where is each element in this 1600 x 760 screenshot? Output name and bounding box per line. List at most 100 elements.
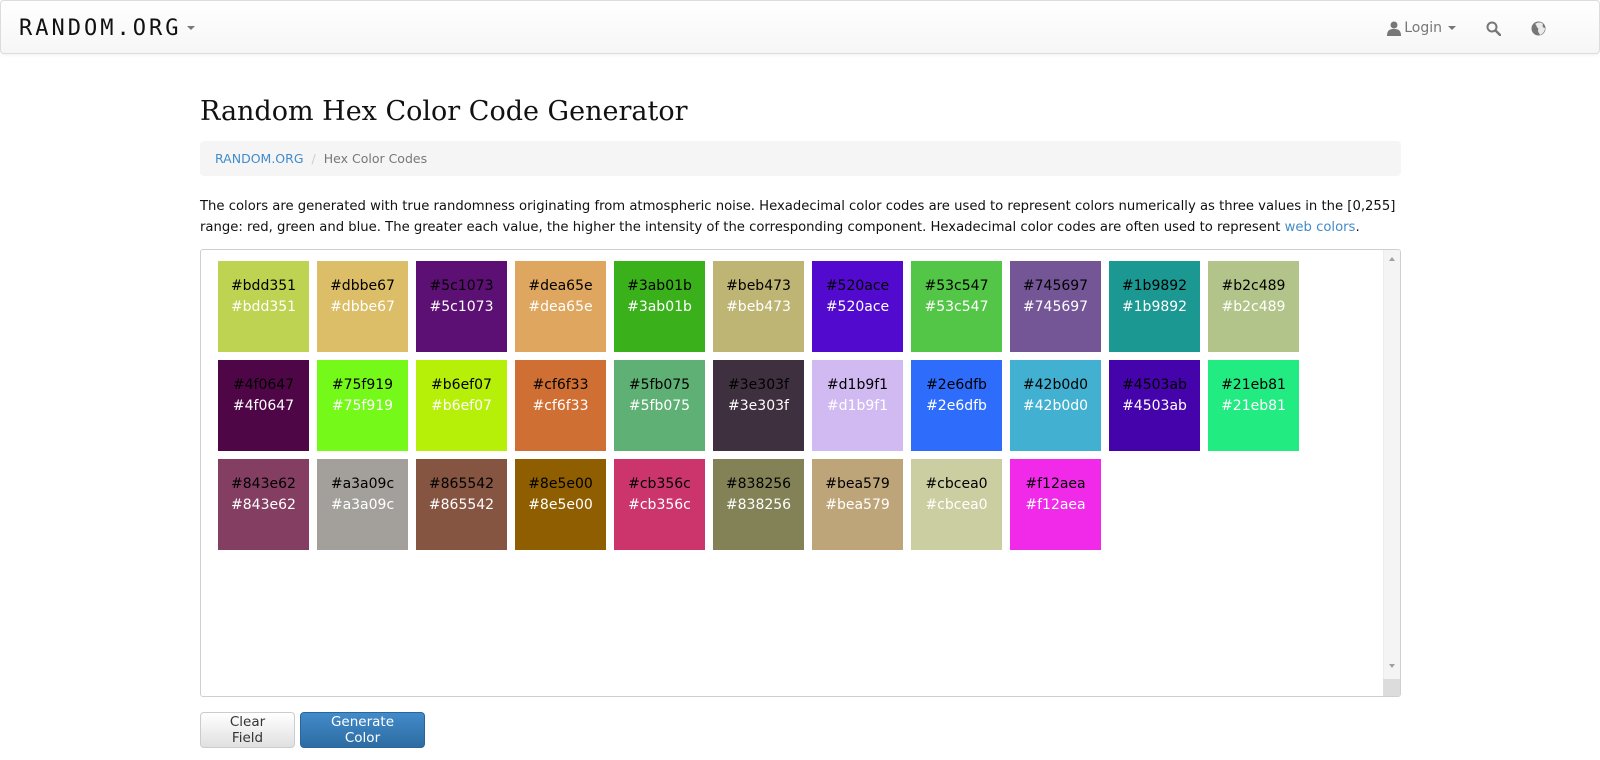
user-icon — [1387, 21, 1402, 36]
swatch-code-dark: #d1b9f1 — [826, 377, 889, 393]
swatch-code-dark: #4503ab — [1122, 377, 1187, 393]
color-swatch: #cf6f33 #cf6f33 — [515, 360, 606, 451]
swatch-code-light: #b2c489 — [1221, 299, 1286, 315]
color-swatch: #bdd351 #bdd351 — [218, 261, 309, 352]
breadcrumb-separator: / — [311, 151, 316, 166]
navbar-right: Login — [1372, 1, 1561, 55]
swatch-code-dark: #bdd351 — [230, 278, 297, 294]
color-swatch: #4f0647 #4f0647 — [218, 360, 309, 451]
swatch-code-light: #520ace — [825, 299, 890, 315]
web-colors-link[interactable]: web colors — [1285, 220, 1356, 235]
swatch-code-light: #75f919 — [331, 398, 394, 414]
clear-field-button[interactable]: Clear Field — [200, 712, 295, 748]
color-swatch: #2e6dfb #2e6dfb — [911, 360, 1002, 451]
login-label: Login — [1404, 20, 1442, 36]
globe-icon — [1531, 21, 1546, 35]
swatch-code-dark: #bea579 — [825, 476, 890, 492]
swatch-code-light: #5c1073 — [429, 299, 494, 315]
swatch-code-dark: #cb356c — [628, 476, 691, 492]
color-swatch: #865542 #865542 — [416, 459, 507, 550]
swatch-code-dark: #dbbe67 — [330, 278, 395, 294]
swatch-code-light: #bea579 — [825, 497, 890, 513]
swatch-code-light: #f12aea — [1025, 497, 1086, 513]
color-swatch: #53c547 #53c547 — [911, 261, 1002, 352]
color-swatch: #3e303f #3e303f — [713, 360, 804, 451]
swatch-code-light: #8e5e00 — [528, 497, 593, 513]
swatch-code-dark: #dea65e — [528, 278, 593, 294]
search-button[interactable] — [1471, 1, 1516, 55]
color-swatch: #cb356c #cb356c — [614, 459, 705, 550]
swatch-code-dark: #f12aea — [1025, 476, 1086, 492]
swatch-code-dark: #21eb81 — [1221, 377, 1286, 393]
swatch-code-light: #53c547 — [924, 299, 989, 315]
swatch-code-dark: #5c1073 — [429, 278, 494, 294]
swatch-code-light: #21eb81 — [1221, 398, 1286, 414]
swatch-code-light: #dbbe67 — [330, 299, 395, 315]
color-swatch: #dbbe67 #dbbe67 — [317, 261, 408, 352]
page-title: Random Hex Color Code Generator — [200, 96, 688, 127]
swatch-code-dark: #4f0647 — [232, 377, 295, 393]
color-swatch: #a3a09c #a3a09c — [317, 459, 408, 550]
breadcrumb: RANDOM.ORG / Hex Color Codes — [200, 141, 1401, 176]
swatch-code-dark: #42b0d0 — [1022, 377, 1089, 393]
login-dropdown[interactable]: Login — [1372, 1, 1471, 55]
language-button[interactable] — [1516, 1, 1561, 55]
color-swatch: #21eb81 #21eb81 — [1208, 360, 1299, 451]
color-swatch: #b2c489 #b2c489 — [1208, 261, 1299, 352]
chevron-down-icon — [1448, 26, 1456, 30]
swatch-code-light: #865542 — [428, 497, 495, 513]
swatch-code-light: #3e303f — [728, 398, 789, 414]
color-swatch: #f12aea #f12aea — [1010, 459, 1101, 550]
generate-color-button[interactable]: Generate Color — [300, 712, 425, 748]
swatch-code-light: #4503ab — [1122, 398, 1187, 414]
swatch-code-light: #bdd351 — [230, 299, 297, 315]
vertical-scrollbar[interactable] — [1383, 250, 1400, 696]
color-swatch: #5c1073 #5c1073 — [416, 261, 507, 352]
search-icon — [1486, 21, 1501, 36]
swatch-code-dark: #53c547 — [924, 278, 989, 294]
color-results-field[interactable]: #bdd351 #bdd351 #dbbe67 #dbbe67 #5c1073 #5c10… — [200, 249, 1401, 697]
swatch-code-dark: #838256 — [725, 476, 792, 492]
brand-menu[interactable]: RANDOM.ORG — [19, 13, 196, 43]
scroll-up-icon[interactable] — [1389, 257, 1395, 261]
color-swatch-grid: #bdd351 #bdd351 #dbbe67 #dbbe67 #5c1073 #5c10… — [218, 261, 1358, 558]
swatch-code-dark: #75f919 — [331, 377, 394, 393]
color-swatch: #beb473 #beb473 — [713, 261, 804, 352]
color-swatch: #520ace #520ace — [812, 261, 903, 352]
scroll-down-icon[interactable] — [1389, 664, 1395, 668]
swatch-code-dark: #a3a09c — [330, 476, 395, 492]
swatch-code-dark: #cbcea0 — [925, 476, 988, 492]
breadcrumb-current: Hex Color Codes — [323, 151, 428, 166]
swatch-code-light: #838256 — [725, 497, 792, 513]
navbar: RANDOM.ORG Login — [0, 0, 1600, 54]
swatch-code-dark: #3ab01b — [627, 278, 692, 294]
swatch-code-dark: #520ace — [825, 278, 890, 294]
color-swatch: #745697 #745697 — [1010, 261, 1101, 352]
swatch-code-dark: #cf6f33 — [532, 377, 589, 393]
color-swatch: #3ab01b #3ab01b — [614, 261, 705, 352]
swatch-code-dark: #b6ef07 — [431, 377, 492, 393]
swatch-code-dark: #3e303f — [728, 377, 789, 393]
swatch-code-light: #cbcea0 — [925, 497, 988, 513]
swatch-code-light: #3ab01b — [627, 299, 692, 315]
resize-handle[interactable] — [1383, 679, 1400, 696]
swatch-code-light: #d1b9f1 — [826, 398, 889, 414]
color-swatch: #838256 #838256 — [713, 459, 804, 550]
swatch-code-light: #dea65e — [528, 299, 593, 315]
description-text: The colors are generated with true rando… — [200, 199, 1396, 235]
swatch-code-light: #cb356c — [628, 497, 691, 513]
swatch-code-light: #b6ef07 — [431, 398, 492, 414]
description: The colors are generated with true rando… — [200, 196, 1405, 238]
swatch-code-dark: #8e5e00 — [528, 476, 593, 492]
swatch-code-light: #5fb075 — [628, 398, 691, 414]
color-swatch: #843e62 #843e62 — [218, 459, 309, 550]
color-swatch: #8e5e00 #8e5e00 — [515, 459, 606, 550]
breadcrumb-home-link[interactable]: RANDOM.ORG — [215, 151, 304, 166]
swatch-code-light: #cf6f33 — [532, 398, 589, 414]
swatch-code-dark: #5fb075 — [628, 377, 691, 393]
color-swatch: #1b9892 #1b9892 — [1109, 261, 1200, 352]
swatch-code-light: #2e6dfb — [926, 398, 987, 414]
color-swatch: #75f919 #75f919 — [317, 360, 408, 451]
swatch-code-light: #beb473 — [726, 299, 791, 315]
color-swatch: #d1b9f1 #d1b9f1 — [812, 360, 903, 451]
